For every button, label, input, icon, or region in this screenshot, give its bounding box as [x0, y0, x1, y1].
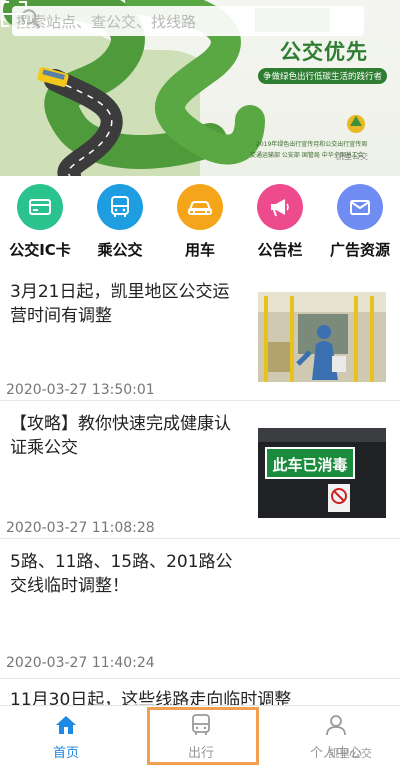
- quick-item-label: 公告栏: [257, 241, 303, 259]
- watermark: 凯里公交: [328, 747, 372, 760]
- quick-item-notice-board[interactable]: 公告栏: [240, 184, 320, 260]
- quick-menu: 公交IC卡 乘公交 用车 公告栏 广告资源: [0, 176, 400, 268]
- disinfected-sign-photo: 此车已消毒: [258, 428, 386, 518]
- nav-home-label: 首页: [52, 746, 79, 761]
- bus-disinfection-photo: [258, 292, 386, 382]
- quick-item-label: 公交IC卡: [9, 241, 71, 259]
- search-bar[interactable]: 搜索站点、查公交、找线路: [12, 6, 364, 36]
- banner[interactable]: 搜索站点、查公交、找线路 公交优先 争做绿色出行低碳生活的践行者 2019年绿色…: [0, 0, 400, 176]
- quick-item-ad-resources[interactable]: 广告资源: [320, 184, 400, 260]
- quick-item-label: 用车: [184, 241, 215, 259]
- news-item[interactable]: 【攻略】教你快速完成健康认证乘公交 此车已消毒 2020-03-27 11:08…: [0, 400, 400, 539]
- news-title: 【攻略】教你快速完成健康认证乘公交: [10, 414, 231, 458]
- quick-item-car[interactable]: 用车: [160, 184, 240, 260]
- news-time: 2020-03-27 11:40:24: [6, 655, 155, 671]
- quick-item-label: 乘公交: [97, 241, 143, 259]
- car-icon: [177, 184, 223, 230]
- banner-slogan: 争做绿色出行低碳生活的践行者: [258, 68, 388, 84]
- quick-item-ic-card[interactable]: 公交IC卡: [0, 184, 80, 260]
- nav-home[interactable]: 首页: [6, 712, 126, 761]
- thumb-sign-text: 此车已消毒: [272, 456, 347, 474]
- news-time: 2020-03-27 11:08:28: [6, 520, 155, 536]
- scan-icon[interactable]: [0, 0, 28, 28]
- banner-title: 公交优先: [280, 40, 368, 64]
- news-item[interactable]: 5路、11路、15路、201路公交线临时调整！ 2020-03-27 11:40…: [0, 538, 400, 679]
- news-time: 2020-03-27 13:50:01: [6, 382, 155, 398]
- mail-icon: [337, 184, 383, 230]
- quick-item-label: 广告资源: [329, 241, 390, 259]
- home-icon: [6, 712, 126, 738]
- bus-icon: [97, 184, 143, 230]
- news-title: 5路、11路、15路、201路公交线临时调整！: [10, 552, 233, 596]
- highlight-box: [147, 707, 259, 765]
- news-item[interactable]: 3月21日起，凯里地区公交运营时间有调整 2020-03-27 13:50:01: [0, 268, 400, 401]
- card-icon: [17, 184, 63, 230]
- quick-item-take-bus[interactable]: 乘公交: [80, 184, 160, 260]
- banner-footer-line1: 2019年绿色出行宣传月和公交出行宣传周: [256, 141, 368, 148]
- news-title: 3月21日起，凯里地区公交运营时间有调整: [10, 282, 230, 326]
- user-icon: [276, 712, 396, 738]
- banner-watermark: 凯里公交: [336, 152, 368, 161]
- megaphone-icon: [257, 184, 303, 230]
